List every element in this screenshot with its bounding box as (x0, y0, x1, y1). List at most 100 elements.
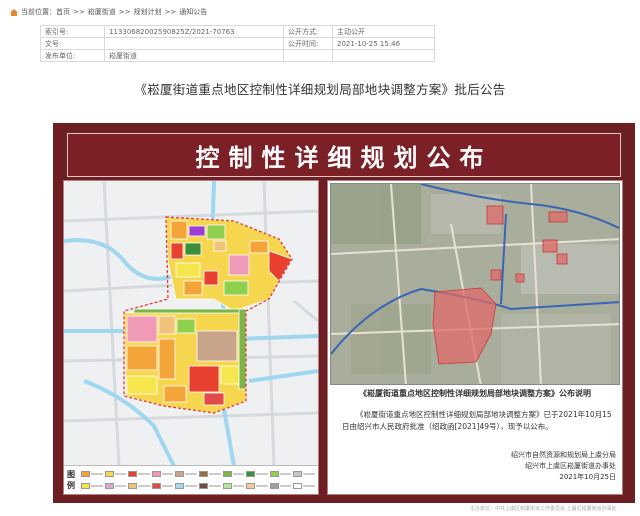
index-value: 11330682002590825Z/2021-70763 (104, 25, 284, 38)
legend-text-placeholder (114, 473, 127, 476)
legend-text-placeholder (303, 484, 315, 487)
legend-item (293, 481, 315, 492)
legend-item (199, 469, 221, 480)
legend-text-placeholder (91, 484, 103, 487)
legend-item (246, 469, 268, 480)
caption-signature: 绍兴市自然资源和规划局上虞分局 绍兴市上虞区崧厦街道办事处 2021年10月25… (511, 450, 616, 483)
legend-text-placeholder (114, 484, 127, 487)
breadcrumb-separator: >> (73, 8, 85, 16)
signature-date: 2021年10月25日 (559, 473, 616, 481)
breadcrumb-link-plan[interactable]: 规划计划 (133, 7, 161, 17)
land-use-plan-map (64, 181, 318, 466)
open-date-label: 公开时间: (283, 37, 333, 50)
banner-text: 控制性详细规划公布 (195, 143, 493, 172)
legend-item (175, 481, 197, 492)
legend-item (199, 481, 221, 492)
legend-label: 图例 (67, 470, 75, 490)
breadcrumb-separator: >> (118, 8, 131, 16)
legend-item (128, 469, 150, 480)
breadcrumb-separator: >> (164, 8, 177, 16)
open-mode-value: 主动公开 (332, 25, 435, 38)
open-date-value: 2021-10-25 15:46 (332, 37, 435, 50)
breadcrumb-link-street[interactable]: 崧厦街道 (88, 7, 116, 17)
legend-item (269, 469, 292, 480)
legend-item (128, 481, 150, 492)
map-legend: 图例 (64, 465, 318, 494)
legend-text-placeholder (232, 473, 245, 476)
legend-text-placeholder (185, 484, 197, 487)
legend-text-placeholder (232, 484, 245, 487)
open-mode-label: 公开方式: (283, 25, 333, 38)
legend-swatch (151, 482, 161, 489)
legend-swatch (222, 471, 232, 478)
breadcrumb: 当前位置：首页 >> 崧厦街道 >> 规划计划 >> 通知公告 (10, 7, 207, 17)
legend-item (104, 469, 127, 480)
legend-swatch (269, 482, 279, 489)
footer-note: 主办单位：中共上虞区崧厦街道工作委员会 上虞区崧厦街道办事处 (470, 506, 617, 512)
breadcrumb-home-link[interactable]: 当前位置：首页 (21, 7, 70, 17)
legend-swatch (175, 482, 185, 489)
legend-text-placeholder (161, 473, 174, 476)
legend-text-placeholder (161, 484, 174, 487)
document-meta-table: 索引号: 11330682002590825Z/2021-70763 公开方式:… (40, 25, 435, 62)
breadcrumb-link-notice[interactable]: 通知公告 (179, 7, 207, 17)
signature-line-1: 绍兴市自然资源和规划局上虞分局 (511, 451, 616, 459)
notice-board-image: 控制性详细规划公布 图例 《崧厦街道重点地区控制性详细规划局部地块调整方案》公布… (53, 123, 635, 503)
publisher-value: 崧厦街道 (104, 49, 284, 62)
legend-swatch (222, 482, 232, 489)
legend-text-placeholder (91, 473, 103, 476)
signature-line-2: 绍兴市上虞区崧厦街道办事处 (525, 462, 616, 470)
legend-text-placeholder (209, 473, 221, 476)
legend-item (175, 469, 197, 480)
doc-no-value (104, 37, 284, 50)
legend-item (293, 469, 315, 480)
legend-swatch (128, 482, 138, 489)
legend-text-placeholder (256, 484, 268, 487)
satellite-map (330, 183, 620, 385)
legend-item (81, 469, 103, 480)
legend-item (104, 481, 127, 492)
legend-text-placeholder (279, 484, 292, 487)
legend-swatch (151, 471, 161, 478)
article-title: 《崧厦街道重点地区控制性详细规划局部地块调整方案》批后公告 (134, 82, 506, 97)
legend-swatch (199, 471, 208, 478)
legend-text-placeholder (209, 484, 221, 487)
empty-label-cell (283, 49, 333, 62)
legend-text-placeholder (138, 473, 150, 476)
legend-text-placeholder (256, 473, 268, 476)
legend-swatch (175, 471, 185, 478)
legend-swatch (246, 471, 256, 478)
legend-swatch (104, 482, 114, 489)
satellite-panel: 《崧厦街道重点地区控制性详细规划局部地块调整方案》公布说明 《崧厦街道重点地区控… (327, 180, 623, 495)
legend-item (151, 481, 174, 492)
satellite-map-drawing (331, 184, 619, 384)
legend-swatch (293, 471, 303, 478)
legend-text-placeholder (279, 473, 292, 476)
legend-swatch (293, 482, 303, 489)
legend-item (222, 469, 245, 480)
legend-swatch (269, 471, 279, 478)
legend-text-placeholder (138, 484, 150, 487)
legend-item (246, 481, 268, 492)
legend-text-placeholder (185, 473, 197, 476)
legend-text-placeholder (303, 473, 315, 476)
home-icon (10, 8, 18, 16)
caption-title: 《崧厦街道重点地区控制性详细规划局部地块调整方案》公布说明 (359, 389, 591, 398)
land-use-plan-panel: 图例 (63, 180, 319, 495)
doc-no-label: 文号: (40, 37, 105, 50)
legend-swatch (199, 482, 208, 489)
legend-item (81, 481, 103, 492)
legend-item (222, 481, 245, 492)
legend-swatch (81, 482, 90, 489)
legend-swatch (246, 482, 256, 489)
legend-item (269, 481, 292, 492)
legend-swatches (81, 469, 315, 491)
index-label: 索引号: (40, 25, 105, 38)
notice-banner: 控制性详细规划公布 (67, 133, 621, 177)
empty-value-cell (332, 49, 435, 62)
legend-swatch (104, 471, 114, 478)
legend-swatch (128, 471, 138, 478)
legend-item (151, 469, 174, 480)
publisher-label: 发布单位: (40, 49, 105, 62)
legend-swatch (81, 471, 90, 478)
